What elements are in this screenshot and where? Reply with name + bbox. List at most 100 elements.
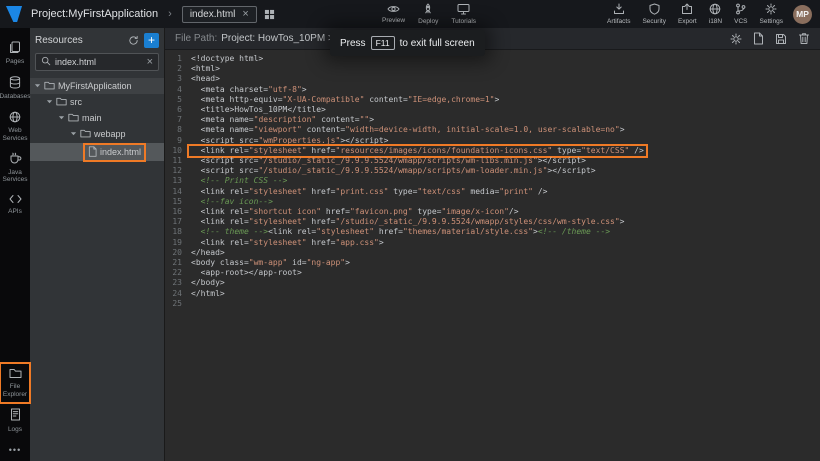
code-line[interactable]: 19 <link rel="stylesheet" href="app.css"… <box>165 238 820 248</box>
code-line[interactable]: 20</head> <box>165 248 820 258</box>
code-line[interactable]: 25 <box>165 299 820 309</box>
line-content[interactable]: <meta name="description" content=""> <box>189 115 376 125</box>
code-line[interactable]: 17 <link rel="stylesheet" href="/studio/… <box>165 217 820 227</box>
line-content[interactable]: <meta charset="utf-8"> <box>189 85 309 95</box>
line-content[interactable]: <link rel="stylesheet" href="resources/i… <box>189 146 646 156</box>
code-line[interactable]: 21<body class="wm-app" id="ng-app"> <box>165 258 820 268</box>
project-name[interactable]: Project:MyFirstApplication <box>31 8 158 20</box>
code-line[interactable]: 5 <meta http-equiv="X-UA-Compatible" con… <box>165 95 820 105</box>
refresh-icon[interactable] <box>128 35 139 46</box>
grid-icon[interactable] <box>264 9 275 20</box>
line-content[interactable]: </body> <box>189 278 227 288</box>
tree-item-index-html[interactable]: index.html <box>30 143 164 161</box>
code-line[interactable]: 18 <!-- theme --><link rel="stylesheet" … <box>165 227 820 237</box>
tree-item-project-folder[interactable]: MyFirstApplication <box>30 78 164 94</box>
code-line[interactable]: 22 <app-root></app-root> <box>165 268 820 278</box>
sidebar-item-apis[interactable]: APIs <box>0 189 30 221</box>
sidebar-label: Databases <box>0 93 31 100</box>
code-line[interactable]: 16 <link rel="shortcut icon" href="favic… <box>165 207 820 217</box>
sidebar-item-databases[interactable]: Databases <box>0 71 30 106</box>
line-content[interactable]: </html> <box>189 289 227 299</box>
code-editor[interactable]: 1<!doctype html>2<html>3<head>4 <meta ch… <box>165 50 820 461</box>
code-line[interactable]: 14 <link rel="stylesheet" href="print.cs… <box>165 187 820 197</box>
code-line[interactable]: 2<html> <box>165 64 820 74</box>
globe-icon <box>709 3 721 17</box>
code-line[interactable]: 1<!doctype html> <box>165 54 820 64</box>
line-content[interactable]: <script src="wmProperties.js"></script> <box>189 136 391 146</box>
add-resource-button[interactable]: + <box>144 33 159 48</box>
sidebar-item-web-services[interactable]: Web Services <box>0 106 30 147</box>
code-line[interactable]: 24</html> <box>165 289 820 299</box>
trash-icon[interactable] <box>798 32 810 45</box>
line-content[interactable]: <title>HowTos_10PM</title> <box>189 105 328 115</box>
i18n-label: i18N <box>709 18 722 25</box>
close-icon[interactable]: × <box>242 9 248 20</box>
more-options-icon[interactable]: ••• <box>9 438 21 457</box>
security-button[interactable]: Security <box>640 3 667 25</box>
vcs-button[interactable]: VCS <box>732 3 749 25</box>
resource-search-box: × <box>35 53 159 71</box>
deploy-button[interactable]: Deploy <box>416 0 440 28</box>
chevron-down-icon[interactable] <box>58 113 65 123</box>
line-number: 6 <box>165 105 189 115</box>
line-content[interactable]: <body class="wm-app" id="ng-app"> <box>189 258 352 268</box>
code-line[interactable]: 12 <script src="/studio/_static_/9.9.9.5… <box>165 166 820 176</box>
tree-item-src-folder[interactable]: src <box>30 94 164 110</box>
editor-settings-gear-icon[interactable] <box>730 33 742 45</box>
code-line[interactable]: 15 <!--fav icon--> <box>165 197 820 207</box>
line-content[interactable]: <script src="/studio/_static_/9.9.9.5524… <box>189 156 588 166</box>
line-content[interactable]: <script src="/studio/_static_/9.9.9.5524… <box>189 166 598 176</box>
sidebar-item-java-services[interactable]: Java Services <box>0 147 30 188</box>
code-line[interactable]: 7 <meta name="description" content=""> <box>165 115 820 125</box>
sidebar-item-file-explorer[interactable]: File Explorer <box>0 363 30 403</box>
save-icon[interactable] <box>775 33 787 45</box>
code-line[interactable]: 3<head> <box>165 74 820 84</box>
settings-button[interactable]: Settings <box>758 3 786 25</box>
line-content[interactable]: <link rel="shortcut icon" href="favicon.… <box>189 207 521 217</box>
artifacts-button[interactable]: Artifacts <box>605 3 632 25</box>
sidebar-item-pages[interactable]: Pages <box>0 36 30 71</box>
resources-title: Resources <box>35 35 123 46</box>
preview-button[interactable]: Preview <box>380 0 407 28</box>
code-line[interactable]: 10 <link rel="stylesheet" href="resource… <box>165 146 820 156</box>
line-content[interactable] <box>189 299 193 309</box>
line-content[interactable]: <!-- Print CSS --> <box>189 176 289 186</box>
sidebar-item-logs[interactable]: Logs <box>0 403 30 438</box>
user-avatar[interactable]: MP <box>793 5 812 24</box>
tree-item-main-folder[interactable]: main <box>30 110 164 126</box>
tutorials-button[interactable]: Tutorials <box>449 0 478 28</box>
line-content[interactable]: </head> <box>189 248 227 258</box>
code-line[interactable]: 4 <meta charset="utf-8"> <box>165 85 820 95</box>
code-line[interactable]: 23</body> <box>165 278 820 288</box>
line-content[interactable]: <head> <box>189 74 222 84</box>
chevron-down-icon[interactable] <box>70 129 77 139</box>
code-line[interactable]: 9 <script src="wmProperties.js"></script… <box>165 136 820 146</box>
code-line[interactable]: 11 <script src="/studio/_static_/9.9.9.5… <box>165 156 820 166</box>
line-content[interactable]: <meta name="viewport" content="width=dev… <box>189 125 627 135</box>
code-line[interactable]: 8 <meta name="viewport" content="width=d… <box>165 125 820 135</box>
resource-search-input[interactable] <box>55 57 143 67</box>
line-content[interactable]: <html> <box>189 64 222 74</box>
code-line[interactable]: 13 <!-- Print CSS --> <box>165 176 820 186</box>
i18n-button[interactable]: i18N <box>707 3 724 25</box>
file-tab[interactable]: index.html × <box>182 6 257 23</box>
clear-search-icon[interactable]: × <box>147 57 153 68</box>
tree-item-webapp-folder[interactable]: webapp <box>30 126 164 142</box>
chevron-down-icon[interactable] <box>46 97 53 107</box>
wavemaker-logo-icon[interactable] <box>5 4 23 24</box>
code-line[interactable]: 6 <title>HowTos_10PM</title> <box>165 105 820 115</box>
line-content[interactable]: <link rel="stylesheet" href="print.css" … <box>189 187 549 197</box>
line-content[interactable]: <app-root></app-root> <box>189 268 304 278</box>
line-content[interactable]: <link rel="stylesheet" href="/studio/_st… <box>189 217 627 227</box>
file-document-icon[interactable] <box>753 32 764 45</box>
tooltip-prefix: Press <box>340 38 366 49</box>
code-brackets-icon <box>9 194 22 206</box>
chevron-down-icon[interactable] <box>34 81 41 91</box>
line-content[interactable]: <!doctype html> <box>189 54 265 64</box>
line-content[interactable]: <!--fav icon--> <box>189 197 275 207</box>
editor: File Path: Project: HowTos_10PM > src/ma… <box>165 28 820 461</box>
line-content[interactable]: <meta http-equiv="X-UA-Compatible" conte… <box>189 95 501 105</box>
line-content[interactable]: <link rel="stylesheet" href="app.css"> <box>189 238 386 248</box>
export-button[interactable]: Export <box>676 3 699 25</box>
line-content[interactable]: <!-- theme --><link rel="stylesheet" hre… <box>189 227 612 237</box>
